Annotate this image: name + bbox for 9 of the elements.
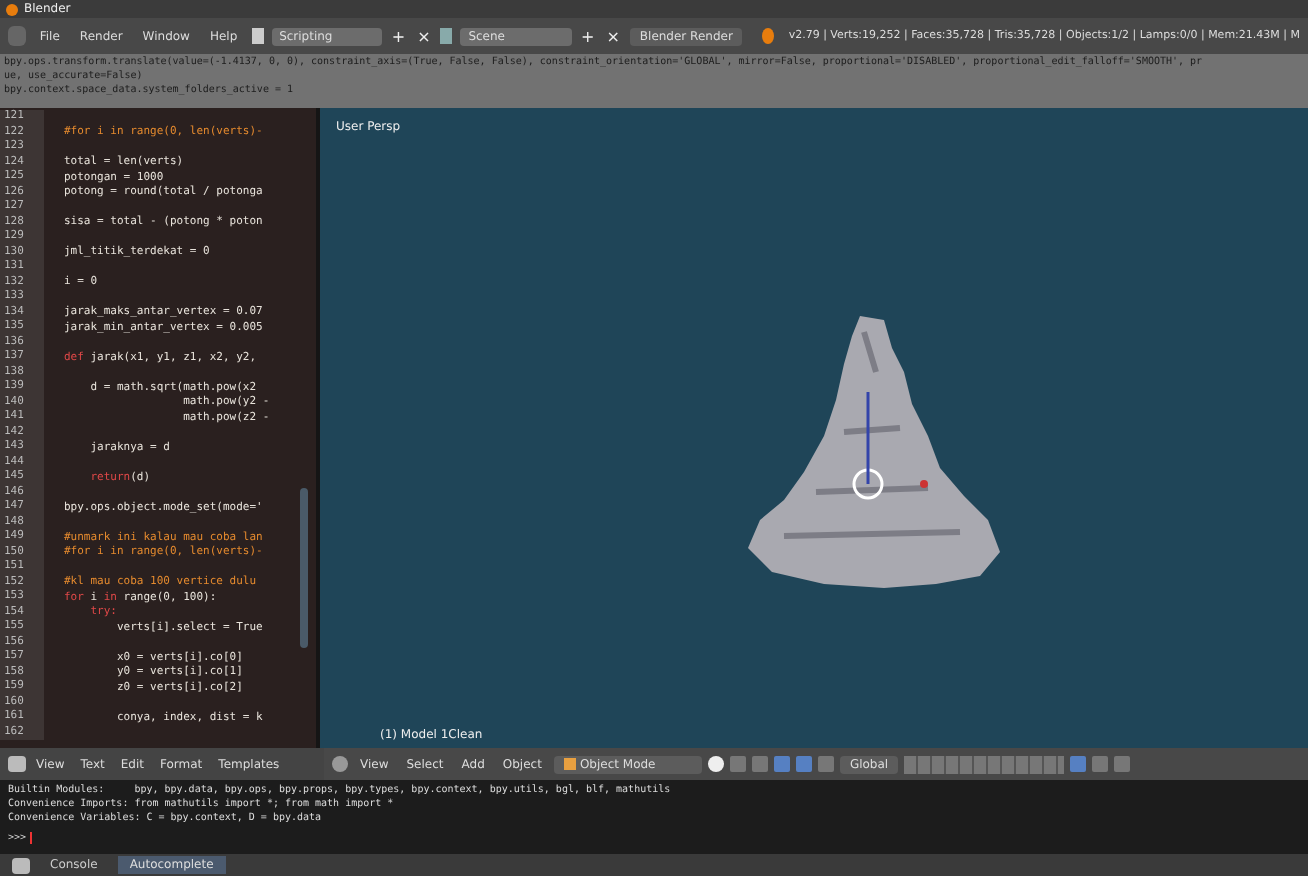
- close-button[interactable]: ×: [604, 27, 622, 45]
- blender-logo-icon: [762, 28, 775, 44]
- text-cursor: [30, 832, 33, 844]
- scrollbar[interactable]: [300, 488, 308, 648]
- blender-logo-icon: [6, 3, 18, 15]
- layers-grid[interactable]: [904, 755, 1065, 773]
- add-button[interactable]: +: [389, 27, 408, 45]
- close-button[interactable]: ×: [415, 27, 433, 45]
- add-button[interactable]: +: [579, 27, 597, 45]
